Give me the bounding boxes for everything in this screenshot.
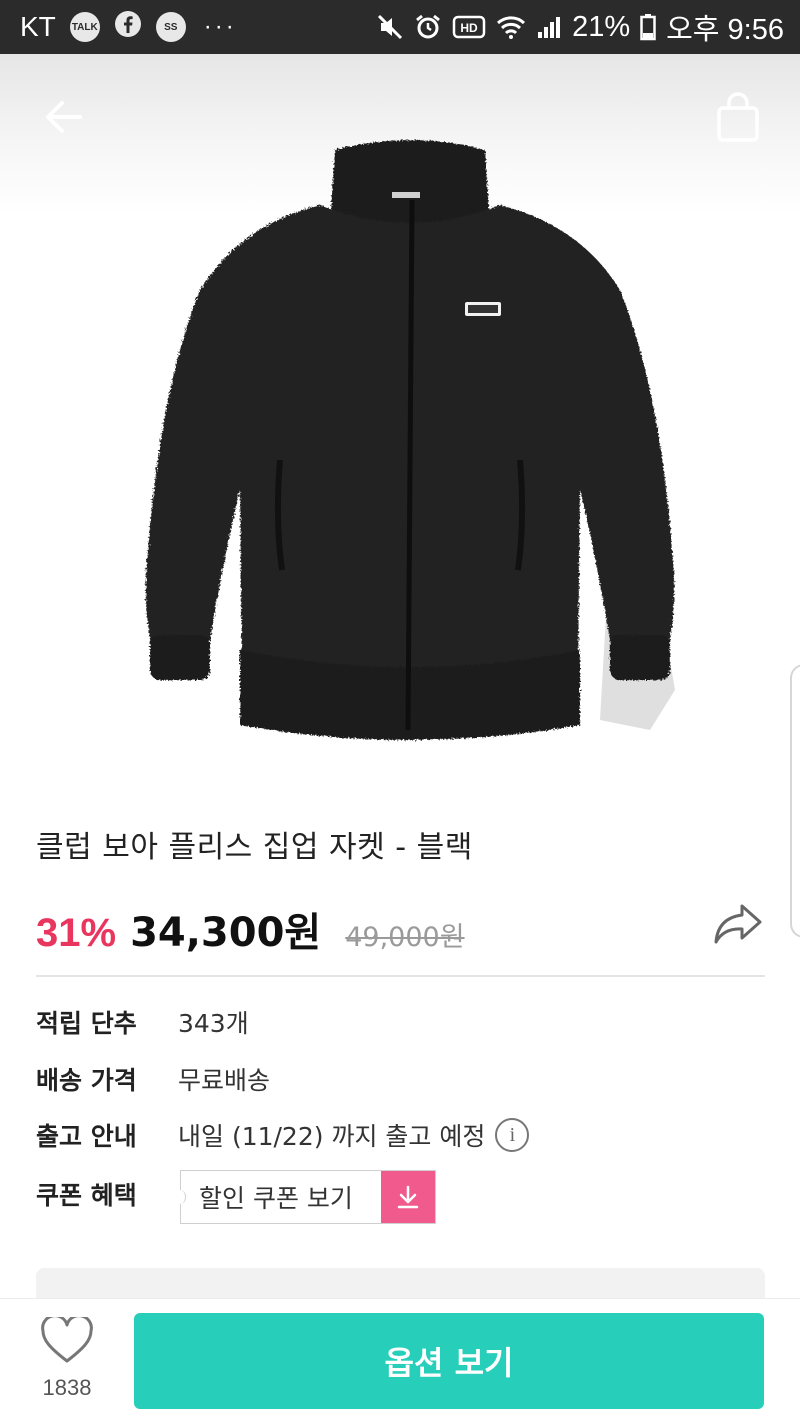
battery-icon	[640, 13, 656, 41]
signal-icon	[536, 14, 562, 40]
kakaotalk-icon: TALK	[69, 12, 100, 42]
info-value: 343개	[178, 1009, 249, 1038]
svg-text:HD: HD	[460, 21, 478, 35]
info-row-shipping: 배송 가격 무료배송	[36, 1061, 270, 1097]
discount-rate: 31%	[36, 911, 117, 955]
product-title: 클럽 보아 플리스 집업 자켓 - 블랙	[36, 830, 473, 865]
info-key: 적립 단추	[36, 1009, 137, 1038]
like-button[interactable]: 1838	[36, 1314, 98, 1401]
status-bar: KT TALK SS ··· HD 21% 오후 9:56	[0, 0, 800, 54]
info-row-points: 적립 단추 343개	[36, 1004, 249, 1040]
carrier-label: KT	[20, 11, 56, 42]
info-key: 배송 가격	[36, 1066, 137, 1095]
cart-button[interactable]	[712, 90, 764, 144]
coupon-button[interactable]: 할인 쿠폰 보기	[174, 1170, 436, 1224]
info-key: 출고 안내	[36, 1122, 137, 1151]
share-button[interactable]	[712, 900, 764, 946]
price-row: 31% 34,300원 49,000원	[36, 900, 465, 958]
coupon-notch	[174, 1190, 186, 1204]
mute-icon	[376, 13, 404, 41]
info-value: 내일 (11/22) 까지 출고 예정	[178, 1122, 486, 1151]
product-image-area	[0, 54, 800, 796]
back-button[interactable]	[36, 92, 92, 142]
info-icon[interactable]: i	[495, 1118, 530, 1152]
download-icon	[381, 1171, 435, 1223]
product-photo[interactable]	[130, 130, 690, 770]
shopping-bag-icon	[717, 92, 759, 142]
sale-price: 34,300원	[130, 910, 322, 956]
share-arrow-icon	[714, 904, 762, 944]
original-price: 49,000원	[345, 922, 465, 953]
info-key: 쿠폰 혜택	[36, 1181, 137, 1210]
alarm-icon	[414, 13, 442, 41]
clock: 오후 9:56	[666, 14, 784, 46]
more-notifications-icon: ···	[203, 13, 237, 40]
heart-icon	[41, 1314, 93, 1363]
view-options-button[interactable]: 옵션 보기	[134, 1313, 764, 1409]
app-notification-icon: SS	[155, 12, 186, 42]
facebook-icon	[114, 10, 142, 45]
scroll-handle[interactable]	[790, 664, 800, 938]
info-row-dispatch: 출고 안내 내일 (11/22) 까지 출고 예정 i	[36, 1117, 530, 1153]
bottom-action-bar: 1838 옵션 보기	[0, 1298, 800, 1422]
wifi-icon	[496, 14, 526, 40]
battery-percent: 21%	[572, 10, 631, 43]
coupon-label: 할인 쿠폰 보기	[199, 1184, 353, 1213]
info-value: 무료배송	[178, 1066, 271, 1095]
info-row-coupon: 쿠폰 혜택	[36, 1176, 178, 1212]
hd-voice-icon: HD	[452, 14, 486, 40]
like-count: 1838	[42, 1375, 92, 1400]
divider	[36, 975, 765, 977]
arrow-left-icon	[46, 101, 82, 133]
